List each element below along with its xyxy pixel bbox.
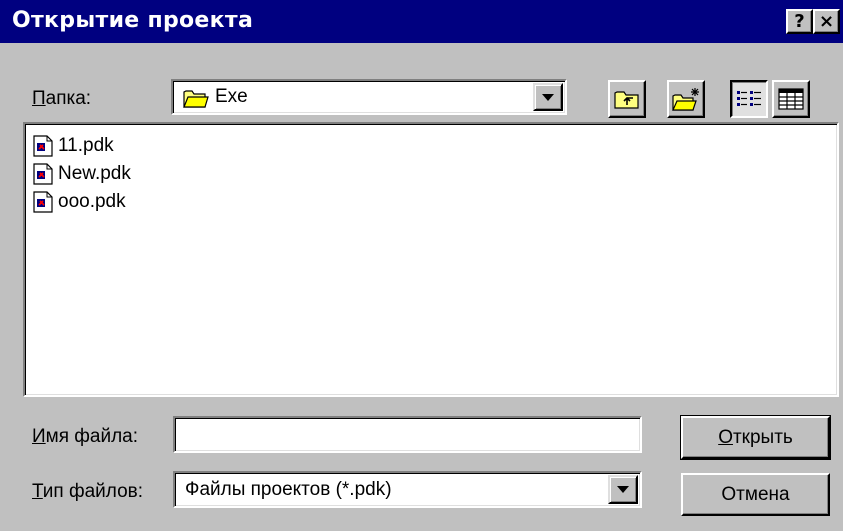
details-view-icon [778,88,804,110]
close-icon: × [818,11,835,32]
filename-input[interactable] [173,416,642,453]
filename-label: Имя файла: [32,426,139,447]
list-item[interactable]: ooo.pdk [33,188,126,216]
list-view-icon [737,91,761,106]
filetype-value: Файлы проектов (*.pdk) [185,479,392,500]
folder-value: Exe [215,86,248,107]
file-name: 11.pdk [58,135,114,156]
chevron-down-icon [542,93,554,101]
help-button[interactable]: ? [786,9,813,34]
up-folder-icon [614,91,639,109]
window-title: Открытие проекта [12,8,254,33]
list-item[interactable]: New.pdk [33,160,131,188]
filetype-dropdown[interactable]: Файлы проектов (*.pdk) [173,471,642,508]
folder-dropdown-arrow[interactable] [533,83,563,111]
filetype-label: Тип файлов: [32,481,144,502]
filetype-dropdown-arrow[interactable] [608,475,638,504]
pdk-file-icon [33,135,53,157]
pdk-file-icon [33,163,53,185]
file-name: New.pdk [58,163,131,184]
new-folder-button[interactable] [667,80,705,118]
list-view-button[interactable] [730,80,768,118]
up-one-level-button[interactable] [608,80,646,118]
help-icon: ? [794,11,805,32]
open-button[interactable]: Открыть [680,415,831,460]
list-item[interactable]: 11.pdk [33,132,114,160]
close-button[interactable]: × [813,9,840,34]
file-list[interactable]: 11.pdk New.pdk ooo.pdk [23,122,839,397]
folder-dropdown[interactable]: Exe [171,79,567,115]
folder-label: Папка: [32,88,92,109]
new-folder-icon [672,88,699,111]
details-view-button[interactable] [772,80,810,118]
chevron-down-icon [617,486,629,493]
cancel-button[interactable]: Отмена [681,473,830,516]
file-name: ooo.pdk [58,191,126,212]
pdk-file-icon [33,191,53,213]
folder-icon [183,90,209,108]
title-bar[interactable]: Открытие проекта ? × [0,0,843,43]
